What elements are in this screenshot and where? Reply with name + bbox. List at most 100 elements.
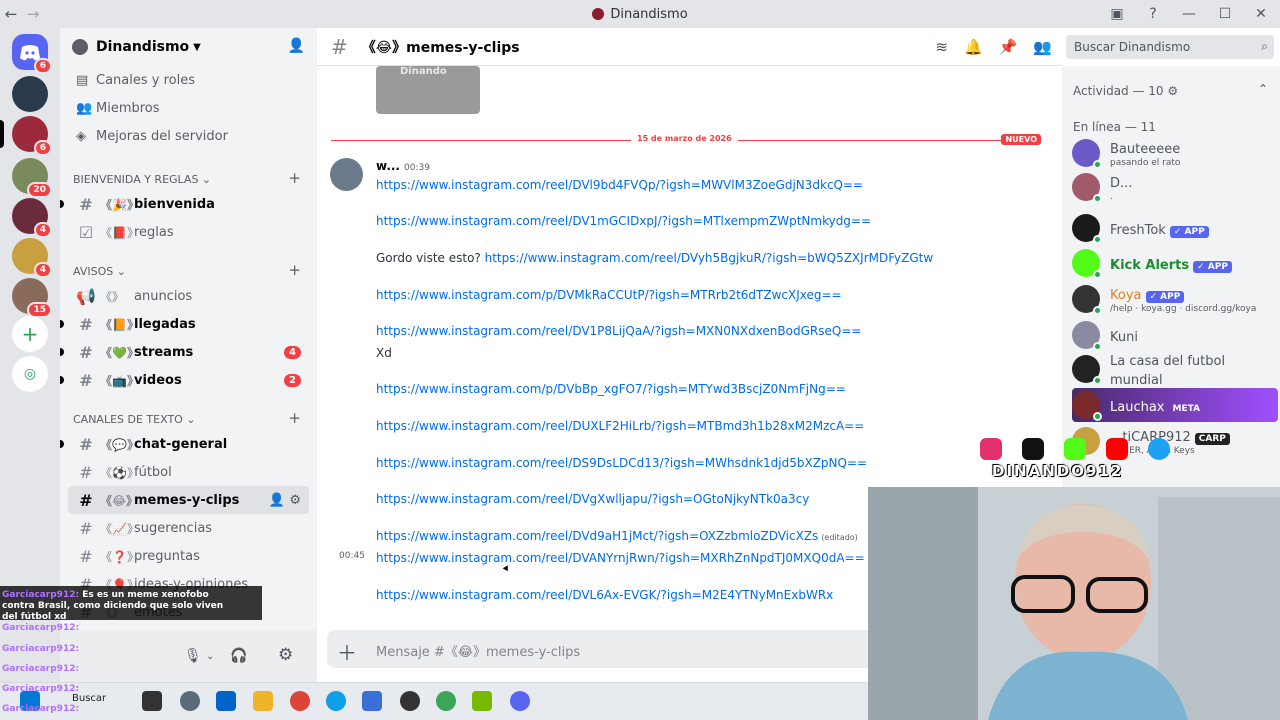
channel-emoji: 《📈》 (100, 521, 139, 536)
channel-streams[interactable]: # 《💚》 streams 4 (60, 338, 309, 366)
author-name[interactable]: w... (376, 159, 400, 173)
chrome-profile-icon[interactable] (436, 691, 456, 711)
search-input[interactable]: Buscar Dinandismo ⌕ (1066, 35, 1274, 59)
channel-settings-icon[interactable]: 👤 ⚙ (269, 493, 301, 508)
user-settings-icon[interactable]: ⚙ (278, 645, 293, 665)
message-link[interactable]: https://www.instagram.com/reel/DVgXwllja… (376, 492, 809, 506)
channel-emoji: 《📙》 (100, 317, 139, 332)
category-welcome[interactable]: BIENVENIDA Y REGLAS ⌄ + (60, 162, 317, 190)
member-name: La casa del futbol mundial (1110, 354, 1226, 388)
message-header: w... 00:39 (376, 159, 430, 173)
avatar (1072, 355, 1102, 385)
mail-app-icon[interactable] (362, 691, 382, 711)
inbox-icon[interactable]: ▣ (1106, 6, 1128, 22)
channel-bienvenida[interactable]: # 《🎉》 bienvenida (60, 190, 309, 218)
forward-arrow-icon[interactable]: → (22, 5, 44, 23)
chat-header: # 《😂》memes-y-clips ≋ 🔔 📌 👥 (317, 28, 1062, 66)
status-online-icon (1093, 306, 1102, 315)
close-button[interactable]: ✕ (1250, 6, 1272, 22)
discord-taskbar-icon[interactable] (510, 691, 530, 711)
message-link[interactable]: https://www.instagram.com/reel/DVd9aH1jM… (376, 529, 818, 543)
pin-icon[interactable]: 📌 (999, 38, 1018, 56)
channel-reglas[interactable]: ☑ 《📕》 reglas (68, 218, 309, 246)
server-icon[interactable] (12, 76, 48, 112)
message-link[interactable]: https://www.instagram.com/reel/DVANYrnjR… (376, 551, 865, 565)
bot-tag: META (1172, 403, 1201, 414)
add-attachment-icon[interactable]: ＋ (337, 637, 357, 666)
channel-anuncios[interactable]: 📢 《》 anuncios (68, 282, 309, 310)
category-text[interactable]: CANALES DE TEXTO ⌄ + (60, 402, 317, 430)
bot-tag: ✓ APP (1145, 291, 1185, 303)
server-icon-dinandismo[interactable]: 6 (0, 116, 52, 156)
maximize-button[interactable]: ☐ (1214, 6, 1236, 22)
message-link[interactable]: https://www.instagram.com/reel/DUXLF2HiL… (376, 419, 864, 433)
add-channel-icon[interactable]: + (288, 169, 301, 187)
channel-sugerencias[interactable]: # 《📈》 sugerencias (68, 514, 309, 542)
member-info: Kuni (1110, 326, 1138, 345)
notification-bell-icon[interactable]: 🔔 (964, 38, 983, 56)
explore-icon[interactable]: ◎ (12, 356, 48, 392)
member-row[interactable]: D.... (1072, 170, 1278, 204)
boost-icon: ◈ (76, 128, 86, 144)
server-icon[interactable]: 15 (12, 278, 52, 318)
obs-icon[interactable] (400, 691, 420, 711)
chrome-icon[interactable] (290, 691, 310, 711)
edge-icon[interactable] (326, 691, 346, 711)
embed-thumbnail[interactable]: Dinando (376, 66, 480, 114)
member-row[interactable]: Lauchax META (1072, 388, 1278, 422)
menu-members[interactable]: 👥 Miembros (60, 94, 317, 122)
discord-home-icon[interactable]: 6 (12, 34, 52, 74)
member-info: La casa del futbol mundial (1110, 350, 1278, 388)
member-row[interactable]: FreshTok ✓ APP (1072, 211, 1278, 245)
member-list-icon[interactable]: 👥 (1033, 38, 1052, 56)
message-line: https://www.instagram.com/reel/DV1mGCIDx… (376, 214, 871, 228)
server-icon[interactable]: 4 (12, 238, 52, 278)
channel-memes-y-clips[interactable]: # 《😂》 memes-y-clips 👤 ⚙ (68, 486, 309, 514)
message-link[interactable]: https://www.instagram.com/reel/DS9DsLDCd… (376, 456, 867, 470)
message-link[interactable]: https://www.instagram.com/p/DVMkRaCCUtP/… (376, 288, 842, 302)
threads-icon[interactable]: ≋ (935, 38, 948, 56)
add-channel-icon[interactable]: + (288, 261, 301, 279)
avatar[interactable] (330, 158, 363, 191)
channel-preguntas[interactable]: # 《❓》 preguntas (68, 542, 309, 570)
channel-futbol[interactable]: # 《⚽》 fútbol (68, 458, 309, 486)
category-notices[interactable]: AVISOS ⌄ + (60, 254, 317, 282)
server-icon[interactable]: 20 (12, 158, 52, 198)
status-online-icon (1093, 235, 1102, 244)
invite-people-icon[interactable]: 👤 (288, 38, 305, 54)
chevron-up-icon[interactable]: ⌃ (1258, 82, 1268, 96)
server-icon[interactable]: 4 (12, 198, 52, 238)
add-server-icon[interactable]: + (12, 316, 48, 352)
member-row[interactable]: La casa del futbol mundial (1072, 350, 1278, 388)
menu-channels-roles[interactable]: ▤ Canales y roles (60, 66, 317, 94)
add-channel-icon[interactable]: + (288, 409, 301, 427)
message-link[interactable]: https://www.instagram.com/p/DVbBp_xgFO7/… (376, 382, 846, 396)
member-row[interactable]: Kuni (1072, 318, 1278, 352)
date-label: 15 de marzo de 2026 (631, 134, 738, 143)
message-link[interactable]: https://www.instagram.com/reel/DVl9bd4FV… (376, 178, 863, 192)
menu-server-boost[interactable]: ◈ Mejoras del servidor (60, 122, 317, 150)
member-name: Kuni (1110, 329, 1138, 345)
member-row[interactable]: Kick Alerts ✓ APP (1072, 246, 1278, 280)
channel-label: llegadas (134, 316, 196, 332)
help-icon[interactable]: ? (1142, 6, 1164, 22)
member-row[interactable]: Bauteeeee pasando el rato (1072, 136, 1278, 170)
channel-videos[interactable]: # 《📺》 videos 2 (60, 366, 309, 394)
member-name: Koya (1110, 288, 1142, 303)
server-header[interactable]: Dinandismo ▼ 👤 (60, 28, 317, 66)
member-status-text: . (1110, 192, 1113, 202)
nvidia-icon[interactable] (472, 691, 492, 711)
message-link[interactable]: https://www.instagram.com/reel/DVyh5Bgjk… (485, 251, 934, 265)
message-link[interactable]: https://www.instagram.com/reel/DVL6Ax-EV… (376, 588, 833, 602)
bot-tag: ✓ APP (1169, 225, 1209, 238)
message-link[interactable]: https://www.instagram.com/reel/DV1mGCIDx… (376, 214, 871, 228)
overlay-chat-line: Garciacarp912: (2, 664, 79, 675)
channel-llegadas[interactable]: # 《📙》 llegadas (60, 310, 309, 338)
channel-chat-general[interactable]: # 《💬》 chat-general (60, 430, 309, 458)
message-link[interactable]: https://www.instagram.com/reel/DV1P8LijQ… (376, 324, 861, 338)
member-row[interactable]: Koya ✓ APP/help · koya.gg · discord.gg/ko… (1072, 282, 1278, 316)
minimize-button[interactable]: — (1178, 6, 1200, 22)
channel-emoji: 《💬》 (100, 437, 139, 452)
back-arrow-icon[interactable]: ← (0, 5, 22, 23)
chevron-down-icon: ▼ (193, 41, 201, 53)
